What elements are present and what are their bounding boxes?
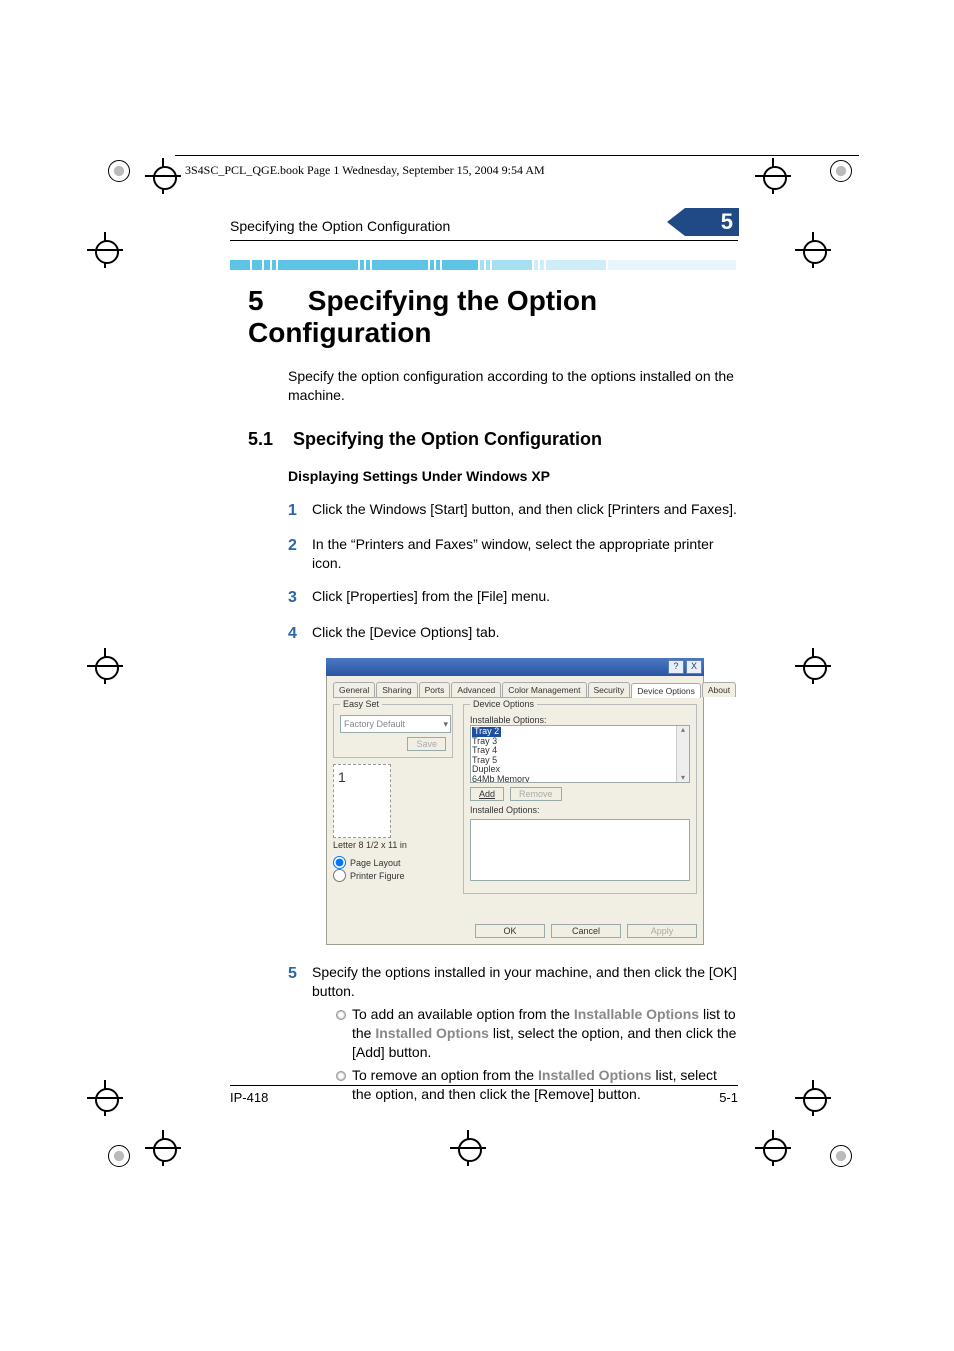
printer-figure-radio[interactable]: Printer Figure [333,869,453,882]
decorative-bars [230,260,738,272]
chapter-number: 5 [248,285,300,317]
page-preview: 1 [333,764,391,838]
crop-cross-icon [87,1080,123,1116]
reg-mark-icon [108,160,130,182]
crop-cross-icon [755,158,791,194]
running-head: Specifying the Option Configuration [230,218,450,234]
remove-button[interactable]: Remove [510,787,562,801]
page-footer: IP-418 5-1 [230,1085,738,1105]
step-item: 4Click the [Device Options] tab. [288,623,738,645]
step-item: 3Click [Properties] from the [File] menu… [288,587,738,609]
sub-bullet: To add an available option from the Inst… [336,1005,738,1062]
dialog-tab[interactable]: Security [588,682,631,697]
dialog-titlebar: ? X [326,658,704,676]
header-divider [230,240,738,241]
crop-cross-icon [450,1130,486,1166]
crop-cross-icon [87,648,123,684]
step-number: 1 [288,500,312,522]
reg-mark-icon [830,160,852,182]
chapter-tab: 5 [685,208,739,236]
section-heading: 5.1 Specifying the Option Configuration [248,429,738,450]
section-title: Specifying the Option Configuration [293,429,602,449]
list-item[interactable]: Tray 3 [472,737,688,746]
step-text: Click [Properties] from the [File] menu. [312,587,550,606]
crop-cross-icon [755,1130,791,1166]
installable-options-list[interactable]: Tray 2Tray 3Tray 4Tray 5Duplex64Mb Memor… [470,725,690,783]
subsection-heading: Displaying Settings Under Windows XP [288,468,738,484]
step-item: 1Click the Windows [Start] button, and t… [288,500,738,522]
reg-mark-icon [108,1145,130,1167]
print-header: 3S4SC_PCL_QGE.book Page 1 Wednesday, Sep… [185,163,545,178]
device-options-label: Device Options [470,699,537,709]
step-text: Click the [Device Options] tab. [312,623,500,642]
step-number: 2 [288,535,312,557]
chapter-intro: Specify the option configuration accordi… [288,367,738,405]
reg-mark-icon [830,1145,852,1167]
step-number: 4 [288,623,312,645]
crop-cross-icon [795,648,831,684]
dialog-tab[interactable]: Device Options [631,683,701,698]
scrollbar[interactable] [676,726,689,782]
help-icon[interactable]: ? [668,660,684,674]
page-layout-radio[interactable]: Page Layout [333,856,453,869]
crop-cross-icon [87,232,123,268]
crop-cross-icon [795,1080,831,1116]
footer-right: 5-1 [719,1090,738,1105]
section-number: 5.1 [248,429,288,450]
easy-set-select[interactable]: Factory Default [340,715,451,733]
crop-cross-icon [145,1130,181,1166]
crop-cross-icon [795,232,831,268]
step-text: Click the Windows [Start] button, and th… [312,500,737,519]
easy-set-group: Easy Set Factory Default Save [333,704,453,758]
list-item[interactable]: Tray 5 [472,756,688,765]
print-frame-border [175,155,859,156]
dialog-tab[interactable]: Sharing [376,682,417,697]
apply-button[interactable]: Apply [627,924,697,938]
add-button[interactable]: Add [470,787,504,801]
step-text: In the “Printers and Faxes” window, sele… [312,535,738,573]
dialog-tab[interactable]: Advanced [451,682,501,697]
steps-list: 1Click the Windows [Start] button, and t… [288,500,738,645]
dialog-tab[interactable]: Ports [419,682,451,697]
device-options-group: Device Options Installable Options: Tray… [463,704,697,894]
step-number: 3 [288,587,312,609]
installed-options-label: Installed Options: [470,805,690,815]
paper-size-label: Letter 8 1/2 x 11 in [333,840,453,850]
cancel-button[interactable]: Cancel [551,924,621,938]
dialog-tabstrip: GeneralSharingPortsAdvancedColor Managem… [333,682,697,698]
crop-cross-icon [145,158,181,194]
footer-left: IP-418 [230,1090,268,1105]
installed-options-list[interactable] [470,819,690,881]
list-item[interactable]: 64Mb Memory [472,775,688,784]
save-button[interactable]: Save [407,737,446,751]
dialog-tab[interactable]: General [333,682,375,697]
chapter-heading: 5 Specifying the Option Configuration [248,285,738,349]
easy-set-label: Easy Set [340,699,382,709]
installable-options-label: Installable Options: [470,715,690,725]
step-item: 2In the “Printers and Faxes” window, sel… [288,535,738,573]
dialog-screenshot: ? X GeneralSharingPortsAdvancedColor Man… [326,658,704,945]
list-item[interactable]: Tray 4 [472,746,688,755]
step-number: 5 [288,963,312,985]
chapter-title: Specifying the Option Configuration [248,285,597,348]
ok-button[interactable]: OK [475,924,545,938]
dialog-tab[interactable]: About [702,682,736,697]
list-item[interactable]: Tray 2 [472,727,688,736]
dialog-tab[interactable]: Color Management [502,682,586,697]
step-text: Specify the options installed in your ma… [312,963,738,1001]
close-icon[interactable]: X [686,660,702,674]
